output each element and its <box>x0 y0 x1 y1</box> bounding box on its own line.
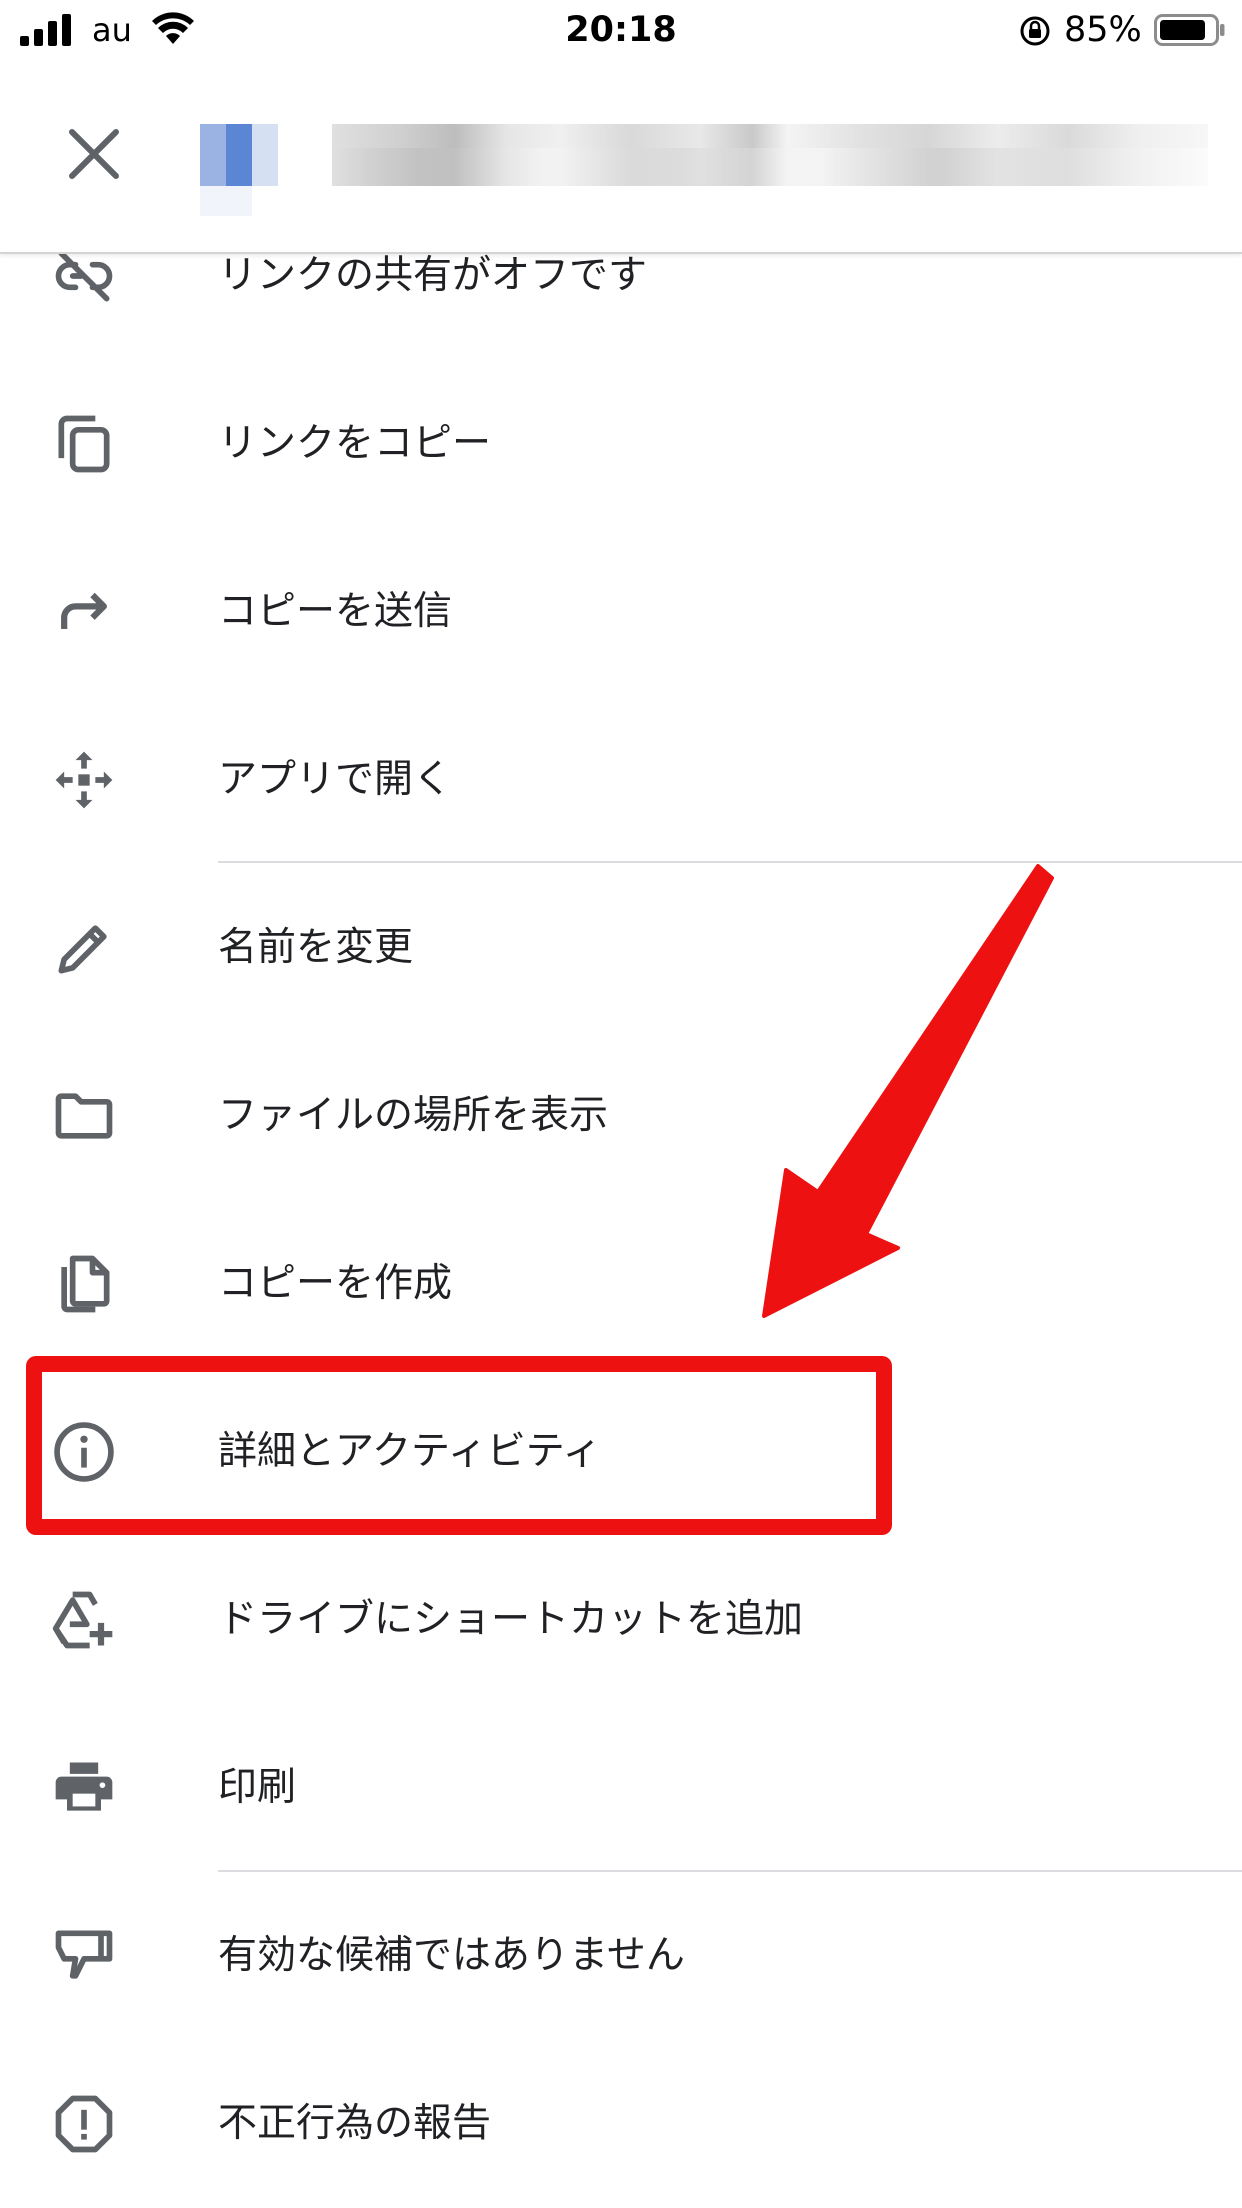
menu-label: 不正行為の報告 <box>218 2101 492 2146</box>
menu-label: アプリで開く <box>218 757 453 802</box>
highlight-box <box>26 1356 892 1535</box>
menu-label: 印刷 <box>218 1765 297 1810</box>
pencil-icon <box>50 914 118 982</box>
file-thumbnail-shadow <box>200 186 252 216</box>
print-icon <box>50 1754 118 1822</box>
sheet-header <box>0 62 1242 254</box>
close-icon[interactable] <box>64 124 124 184</box>
menu-label: コピーを作成 <box>218 1261 453 1306</box>
annotation-arrow <box>762 864 1054 1318</box>
thumb-down-icon <box>50 1922 118 1990</box>
menu-label: コピーを送信 <box>218 589 453 634</box>
menu-item-not-valid-suggestion[interactable]: 有効な候補ではありません <box>0 1872 1242 2040</box>
menu-item-add-shortcut[interactable]: ドライブにショートカットを追加 <box>0 1536 1242 1704</box>
menu-label: ファイルの場所を表示 <box>218 1093 609 1138</box>
file-thumbnail <box>200 124 278 186</box>
menu-item-copy-link[interactable]: リンクをコピー <box>0 360 1242 528</box>
drive-shortcut-add-icon <box>50 1586 118 1654</box>
menu-item-open-in-app[interactable]: アプリで開く <box>0 696 1242 864</box>
report-icon <box>50 2090 118 2158</box>
menu-label: 有効な候補ではありません <box>218 1933 685 1978</box>
copy-icon <box>50 410 118 478</box>
menu-label: リンクの共有がオフです <box>218 253 648 298</box>
menu-label: 名前を変更 <box>218 925 414 970</box>
menu-item-print[interactable]: 印刷 <box>0 1704 1242 1872</box>
file-name-blur-overlay <box>332 148 1208 186</box>
menu-item-report-abuse[interactable]: 不正行為の報告 <box>0 2040 1242 2208</box>
menu-label: リンクをコピー <box>218 421 492 466</box>
menu-label: ドライブにショートカットを追加 <box>218 1597 804 1642</box>
share-arrow-icon <box>50 578 118 646</box>
file-copy-icon <box>50 1250 118 1318</box>
open-with-icon <box>50 746 118 814</box>
menu-item-send-copy[interactable]: コピーを送信 <box>0 528 1242 696</box>
menu-divider <box>218 861 1242 863</box>
folder-icon <box>50 1082 118 1150</box>
